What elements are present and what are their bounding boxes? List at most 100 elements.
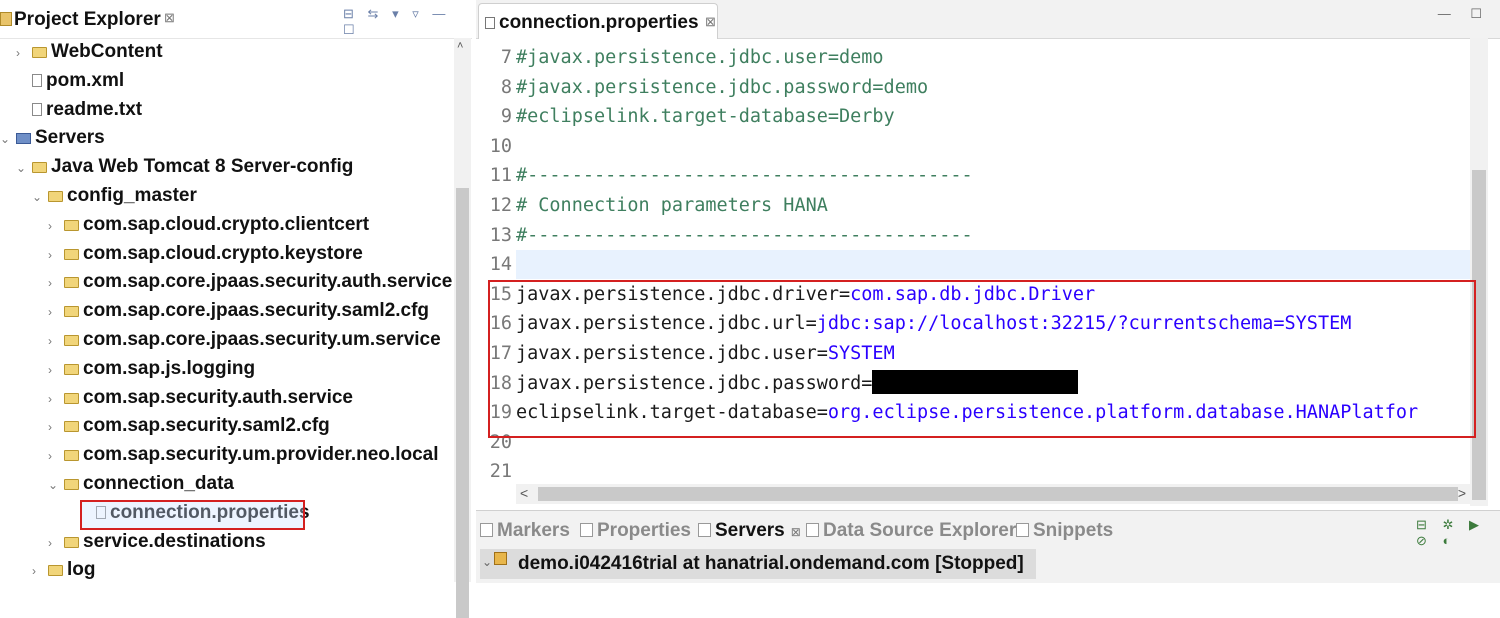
chevron-right-icon[interactable]: › <box>48 442 64 470</box>
project-explorer-header: Project Explorer ⊠ ⊟ ⇆ ▾ ▿ — ☐ <box>0 0 472 39</box>
chevron-right-icon[interactable]: › <box>48 241 64 269</box>
properties-icon <box>580 523 593 537</box>
view-menu-icon[interactable]: ▿ <box>412 6 419 21</box>
chevron-right-icon[interactable]: › <box>48 269 64 297</box>
chevron-down-icon[interactable]: ⌄ <box>0 125 16 153</box>
code-line[interactable]: 21 <box>476 457 516 486</box>
collapse-all-icon[interactable]: ⊟ <box>343 6 354 21</box>
tree-item[interactable]: › com.sap.security.saml2.cfg <box>48 412 330 440</box>
folder-icon <box>64 219 79 231</box>
chevron-down-icon[interactable]: ⌄ <box>32 183 48 211</box>
tab-properties[interactable]: Properties <box>580 520 691 542</box>
chevron-right-icon[interactable]: › <box>48 529 64 557</box>
close-icon[interactable]: ⊠ <box>791 525 801 539</box>
chevron-right-icon[interactable]: › <box>32 557 48 585</box>
tree-item[interactable]: › com.sap.core.jpaas.security.saml2.cfg <box>48 297 429 325</box>
chevron-right-icon[interactable]: › <box>48 212 64 240</box>
tree-item-label: readme.txt <box>46 98 143 120</box>
tab-label: Data Source Explorer <box>823 520 1017 541</box>
line-number: 8 <box>500 76 512 98</box>
folder-icon <box>64 536 79 548</box>
snippets-icon <box>1016 523 1029 537</box>
line-number: 7 <box>500 47 512 68</box>
tab-markers[interactable]: Markers <box>480 520 570 542</box>
scroll-up-icon[interactable]: ˄ <box>457 40 463 52</box>
comment-text: #eclipselink.target-database=Derby <box>516 106 895 128</box>
tree-item-label: Java Web Tomcat 8 Server-config <box>51 156 354 178</box>
editor-hscroll-thumb[interactable] <box>538 487 1458 501</box>
server-row-label: demo.i042416trial at hanatrial.ondemand.… <box>518 553 1024 574</box>
comment-text: # Connection parameters HANA <box>516 195 828 216</box>
minimize-icon[interactable]: — <box>432 6 445 21</box>
tree-item[interactable]: › com.sap.cloud.crypto.keystore <box>48 240 363 268</box>
chevron-right-icon[interactable]: › <box>48 356 64 384</box>
filter-icon[interactable]: ▾ <box>392 6 399 21</box>
editor-horizontal-scrollbar[interactable]: < > <box>516 484 1470 504</box>
folder-icon <box>64 306 79 318</box>
tree-item-label: com.sap.core.jpaas.security.um.service <box>83 329 441 350</box>
tree-item-label: Servers <box>35 127 105 149</box>
explorer-scrollbar[interactable]: ˄ <box>454 38 471 618</box>
tree-item[interactable]: › com.sap.core.jpaas.security.um.service <box>48 326 441 354</box>
tab-snippets[interactable]: Snippets <box>1016 520 1113 542</box>
code-line[interactable]: 12 # Connection parameters HANA <box>476 191 828 220</box>
chevron-down-icon[interactable]: ⌄ <box>16 154 32 182</box>
tree-item[interactable]: › com.sap.security.auth.service <box>48 384 353 412</box>
code-line[interactable]: 8 #javax.persistence.jdbc.password=demo <box>476 73 928 102</box>
editor-minmax-icons[interactable]: — ☐ <box>1438 6 1490 22</box>
folder-icon <box>64 421 79 433</box>
chevron-right-icon[interactable]: › <box>48 413 64 441</box>
chevron-down-icon[interactable]: ⌄ <box>48 471 64 499</box>
server-row[interactable]: ⌄ demo.i042416trial at hanatrial.ondeman… <box>480 549 1036 579</box>
tree-item[interactable]: › com.sap.js.logging <box>48 355 255 383</box>
explorer-scroll-thumb[interactable] <box>456 188 469 618</box>
scroll-right-icon[interactable]: > <box>1458 485 1466 501</box>
tree-item[interactable]: ⌄ connection_data <box>48 470 234 498</box>
tree-item[interactable]: pom.xml <box>16 67 124 95</box>
maximize-icon[interactable]: ☐ <box>343 22 355 37</box>
tree-item[interactable]: readme.txt <box>16 96 142 124</box>
chevron-right-icon[interactable]: › <box>16 39 32 67</box>
tree-item[interactable]: › com.sap.cloud.crypto.clientcert <box>48 211 369 239</box>
scroll-left-icon[interactable]: < <box>520 485 528 501</box>
file-icon <box>32 73 42 87</box>
tab-data-source-explorer[interactable]: Data Source Explorer <box>806 520 1016 542</box>
line-number: 11 <box>489 165 512 187</box>
chevron-down-icon[interactable]: ⌄ <box>482 555 492 569</box>
project-explorer-toolbar: ⊟ ⇆ ▾ ▿ — ☐ <box>343 6 472 38</box>
close-icon[interactable]: ⊠ <box>705 14 716 30</box>
link-editor-icon[interactable]: ⇆ <box>368 6 379 21</box>
code-line[interactable]: 9 #eclipselink.target-database=Derby <box>476 102 895 131</box>
tree-item[interactable]: › service.destinations <box>48 528 266 556</box>
current-line-highlight <box>516 250 1472 279</box>
close-icon[interactable]: ⊠ <box>164 10 175 26</box>
tab-servers[interactable]: Servers ⊠ <box>698 520 801 542</box>
code-line[interactable]: 10 <box>476 132 516 161</box>
code-line[interactable]: 7 #javax.persistence.jdbc.user=demo <box>476 43 884 72</box>
chevron-right-icon[interactable]: › <box>48 327 64 355</box>
line-number: 9 <box>500 106 512 128</box>
tree-item[interactable]: › log <box>32 556 96 584</box>
tree-item[interactable]: › com.sap.core.jpaas.security.auth.servic… <box>48 268 452 296</box>
servers-icon <box>698 523 711 537</box>
tree-item[interactable]: ⌄ config_master <box>32 182 197 210</box>
tree-item[interactable]: ⌄ Java Web Tomcat 8 Server-config <box>16 153 353 181</box>
tab-connection-properties[interactable]: connection.properties ⊠ <box>478 3 718 39</box>
chevron-right-icon[interactable]: › <box>48 298 64 326</box>
selected-file-highlight <box>80 500 305 530</box>
servers-toolbar[interactable]: ⊟ ✲ ▶ ⊘ ◐ <box>1416 517 1500 549</box>
folder-icon <box>64 248 79 260</box>
code-line[interactable]: 14 <box>476 250 516 279</box>
tree-item[interactable]: › com.sap.security.um.provider.neo.local <box>48 441 439 469</box>
tree-item-label: com.sap.security.um.provider.neo.local <box>83 444 439 466</box>
code-line[interactable]: 13 #-------------------------------------… <box>476 221 973 250</box>
code-line[interactable]: 11 #-------------------------------------… <box>476 161 973 190</box>
line-number: 12 <box>489 195 512 216</box>
tree-item[interactable]: › WebContent <box>16 38 163 66</box>
folder-icon <box>32 47 47 58</box>
tree-item[interactable]: ⌄ Servers <box>0 124 105 152</box>
tree-item-label: com.sap.cloud.crypto.keystore <box>83 242 363 264</box>
markers-icon <box>480 523 493 537</box>
comment-text: #---------------------------------------… <box>516 224 973 246</box>
chevron-right-icon[interactable]: › <box>48 385 64 413</box>
